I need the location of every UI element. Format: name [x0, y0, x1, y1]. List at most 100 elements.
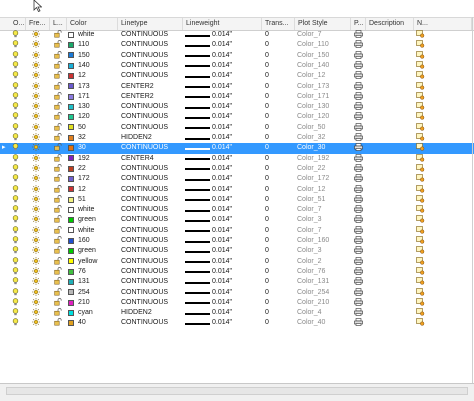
new-vp-freeze-icon[interactable]	[416, 143, 425, 153]
color-swatch[interactable]	[68, 289, 74, 296]
bulb-on-icon[interactable]	[12, 318, 19, 328]
lineweight-value[interactable]: 0.014"	[212, 102, 232, 112]
bulb-on-icon[interactable]	[12, 71, 19, 81]
linetype-value[interactable]: CENTER2	[121, 92, 154, 102]
lock-open-icon[interactable]	[54, 50, 62, 61]
lock-open-icon[interactable]	[54, 256, 62, 267]
new-vp-freeze-icon[interactable]	[416, 164, 425, 174]
lineweight-value[interactable]: 0.014"	[212, 143, 232, 153]
transparency-value[interactable]: 0	[265, 51, 269, 61]
new-vp-freeze-icon[interactable]	[416, 308, 425, 318]
color-name[interactable]: white	[78, 226, 94, 236]
lock-open-icon[interactable]	[54, 184, 62, 195]
printer-icon[interactable]	[354, 225, 363, 236]
lineweight-value[interactable]: 0.014"	[212, 30, 232, 40]
new-vp-freeze-icon[interactable]	[416, 174, 425, 184]
bulb-on-icon[interactable]	[12, 277, 19, 287]
color-swatch[interactable]	[68, 268, 74, 275]
new-vp-freeze-icon[interactable]	[416, 215, 425, 225]
linetype-value[interactable]: CONTINUOUS	[121, 298, 168, 308]
color-swatch[interactable]	[68, 52, 74, 59]
printer-icon[interactable]	[354, 215, 363, 225]
color-name[interactable]: 173	[78, 82, 90, 92]
layer-row[interactable]: 120 CONTINUOUS 0.014" 0 Color_120	[0, 112, 474, 122]
color-name[interactable]: 40	[78, 318, 86, 328]
lineweight-value[interactable]: 0.014"	[212, 308, 232, 318]
printer-icon[interactable]	[354, 122, 363, 133]
layer-row[interactable]: ▸ 30 CONTINUOUS 0.014" 0 Color_30	[0, 143, 474, 154]
layer-row[interactable]: white CONTINUOUS 0.014" 0 Color_7	[0, 30, 474, 40]
bulb-on-icon[interactable]	[12, 267, 19, 277]
color-swatch[interactable]	[68, 145, 74, 152]
sun-thaw-icon[interactable]	[32, 143, 40, 153]
color-name[interactable]: 140	[78, 61, 90, 71]
lineweight-value[interactable]: 0.014"	[212, 226, 232, 236]
sun-thaw-icon[interactable]	[32, 266, 40, 277]
new-vp-freeze-icon[interactable]	[416, 133, 425, 143]
layer-row[interactable]: white CONTINUOUS 0.014" 0 Color_7	[0, 225, 474, 236]
bulb-on-icon[interactable]	[12, 164, 19, 174]
printer-icon[interactable]	[354, 246, 363, 256]
linetype-value[interactable]: CONTINUOUS	[121, 164, 168, 174]
lock-open-icon[interactable]	[54, 174, 62, 184]
lineweight-value[interactable]: 0.014"	[212, 40, 232, 50]
new-vp-freeze-icon[interactable]	[416, 277, 425, 287]
lock-open-icon[interactable]	[54, 122, 62, 133]
color-name[interactable]: cyan	[78, 308, 93, 318]
sun-thaw-icon[interactable]	[32, 246, 40, 256]
lock-open-icon[interactable]	[54, 112, 62, 122]
new-vp-freeze-icon[interactable]	[416, 287, 425, 298]
layer-row[interactable]: 12 CONTINUOUS 0.014" 0 Color_12	[0, 184, 474, 195]
sun-thaw-icon[interactable]	[32, 236, 40, 246]
color-swatch[interactable]	[68, 134, 74, 141]
color-swatch[interactable]	[68, 299, 74, 306]
lock-open-icon[interactable]	[54, 30, 62, 40]
lineweight-value[interactable]: 0.014"	[212, 164, 232, 174]
lock-open-icon[interactable]	[54, 102, 62, 112]
linetype-value[interactable]: CONTINUOUS	[121, 246, 168, 256]
new-vp-freeze-icon[interactable]	[416, 71, 425, 81]
transparency-value[interactable]: 0	[265, 133, 269, 143]
color-name[interactable]: 254	[78, 288, 90, 298]
bulb-on-icon[interactable]	[12, 40, 19, 50]
col-header-freeze[interactable]: Fre...	[26, 18, 50, 30]
printer-icon[interactable]	[354, 164, 363, 174]
printer-icon[interactable]	[354, 30, 363, 40]
new-vp-freeze-icon[interactable]	[416, 81, 425, 92]
sun-thaw-icon[interactable]	[32, 194, 40, 205]
linetype-value[interactable]: CONTINUOUS	[121, 174, 168, 184]
sun-thaw-icon[interactable]	[32, 60, 40, 71]
new-vp-freeze-icon[interactable]	[416, 205, 425, 215]
linetype-value[interactable]: CONTINUOUS	[121, 102, 168, 112]
linetype-value[interactable]: CONTINUOUS	[121, 195, 168, 205]
color-name[interactable]: 150	[78, 51, 90, 61]
sun-thaw-icon[interactable]	[32, 91, 40, 102]
transparency-value[interactable]: 0	[265, 30, 269, 40]
printer-icon[interactable]	[354, 256, 363, 267]
color-swatch[interactable]	[68, 237, 74, 244]
linetype-value[interactable]: CONTINUOUS	[121, 40, 168, 50]
sun-thaw-icon[interactable]	[32, 133, 40, 143]
layer-row[interactable]: 173 CENTER2 0.014" 0 Color_173	[0, 81, 474, 92]
lock-open-icon[interactable]	[54, 153, 62, 164]
lock-open-icon[interactable]	[54, 215, 62, 225]
layer-row[interactable]: 210 CONTINUOUS 0.014" 0 Color_210	[0, 297, 474, 308]
printer-icon[interactable]	[354, 184, 363, 195]
sun-thaw-icon[interactable]	[32, 287, 40, 298]
lineweight-value[interactable]: 0.014"	[212, 246, 232, 256]
lineweight-value[interactable]: 0.014"	[212, 154, 232, 164]
bulb-on-icon[interactable]	[12, 133, 19, 143]
linetype-value[interactable]: CONTINUOUS	[121, 277, 168, 287]
bulb-on-icon[interactable]	[12, 205, 19, 215]
bulb-on-icon[interactable]	[12, 112, 19, 122]
printer-icon[interactable]	[354, 318, 363, 328]
linetype-value[interactable]: CONTINUOUS	[121, 236, 168, 246]
linetype-value[interactable]: CONTINUOUS	[121, 143, 168, 153]
transparency-value[interactable]: 0	[265, 277, 269, 287]
sun-thaw-icon[interactable]	[32, 174, 40, 184]
color-swatch[interactable]	[68, 42, 74, 49]
lock-open-icon[interactable]	[54, 297, 62, 308]
color-name[interactable]: 76	[78, 267, 86, 277]
bulb-on-icon[interactable]	[12, 50, 19, 61]
sun-thaw-icon[interactable]	[32, 102, 40, 112]
